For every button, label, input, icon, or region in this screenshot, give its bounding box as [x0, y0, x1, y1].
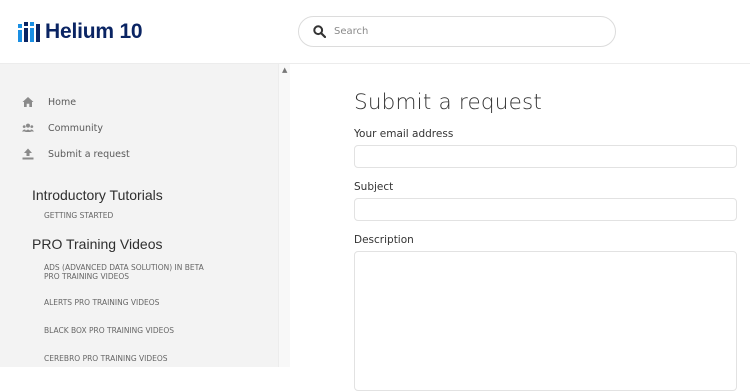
email-field[interactable]: [354, 145, 737, 168]
sidebar: Home Community Submit a request Introduc…: [0, 64, 278, 367]
search-icon: [313, 25, 326, 38]
sidebar-item-label: Submit a request: [48, 148, 130, 160]
sidebar-item-submit-request[interactable]: Submit a request: [22, 148, 130, 160]
page-title: Submit a request: [354, 90, 543, 115]
section-link-black-box[interactable]: BLACK BOX PRO TRAINING VIDEOS: [44, 326, 174, 335]
scroll-up-arrow-icon[interactable]: ▲: [282, 66, 287, 74]
sidebar-scrollbar[interactable]: ▲: [278, 64, 290, 367]
helium10-logo-icon: [18, 22, 40, 42]
section-link-getting-started[interactable]: GETTING STARTED: [44, 211, 113, 220]
email-label: Your email address: [354, 128, 454, 140]
sidebar-item-label: Home: [48, 96, 77, 108]
sidebar-item-label: Community: [48, 122, 103, 134]
sidebar-item-home[interactable]: Home: [22, 96, 76, 108]
home-icon: [22, 97, 34, 107]
description-label: Description: [354, 234, 414, 246]
subject-field[interactable]: [354, 198, 737, 221]
logo[interactable]: Helium 10: [18, 20, 143, 44]
section-title-pro-training-videos: PRO Training Videos: [32, 236, 163, 252]
section-link-alerts[interactable]: ALERTS PRO TRAINING VIDEOS: [44, 298, 159, 307]
community-icon: [22, 123, 34, 132]
sidebar-item-community[interactable]: Community: [22, 122, 103, 134]
main-content: Submit a request Your email address Subj…: [290, 64, 750, 391]
description-field[interactable]: [354, 251, 737, 391]
search-box[interactable]: [298, 16, 616, 47]
section-link-pro-training-videos[interactable]: PRO TRAINING VIDEOS: [44, 272, 129, 281]
search-input[interactable]: [334, 26, 594, 37]
section-title-introductory-tutorials: Introductory Tutorials: [32, 187, 163, 203]
subject-label: Subject: [354, 181, 394, 193]
logo-text: Helium 10: [45, 20, 143, 43]
site-header: Helium 10: [0, 0, 750, 64]
section-link-cerebro[interactable]: CEREBRO PRO TRAINING VIDEOS: [44, 354, 168, 363]
upload-icon: [22, 148, 34, 160]
section-link-ads[interactable]: ADS (ADVANCED DATA SOLUTION) IN BETA: [44, 263, 204, 272]
